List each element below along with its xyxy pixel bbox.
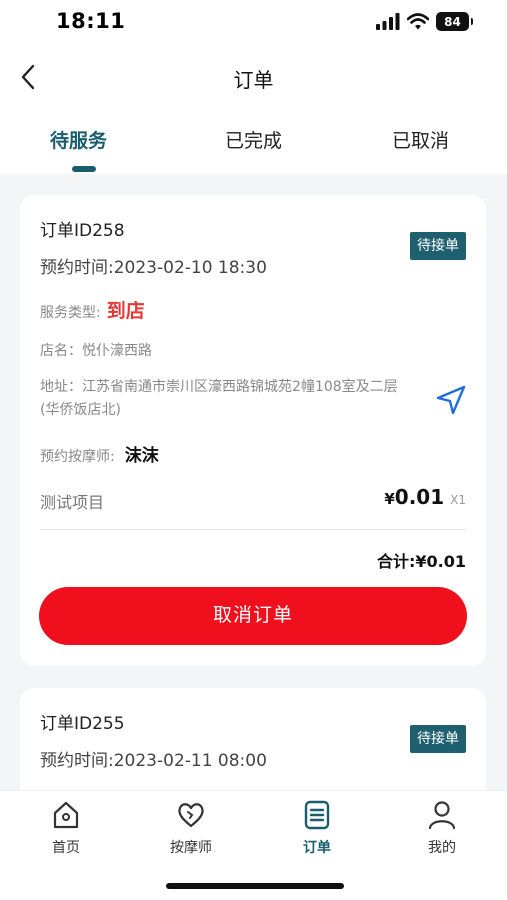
order-id: 订单ID255 <box>40 714 125 734</box>
item-quantity: X1 <box>450 493 466 507</box>
status-badge: 待接单 <box>410 232 466 260</box>
divider <box>40 529 466 530</box>
wifi-icon <box>407 13 429 30</box>
home-indicator[interactable] <box>166 883 344 889</box>
order-tabs: 待服务 已完成 已取消 <box>0 118 507 174</box>
bottom-tab-technician[interactable]: 按摩师 <box>146 799 236 857</box>
bottom-tab-label: 订单 <box>303 840 331 856</box>
nav-bar: 订单 <box>0 50 507 104</box>
bottom-tab-label: 按摩师 <box>170 840 212 856</box>
service-type-label: 服务类型: <box>40 305 101 321</box>
bottom-tab-label: 我的 <box>428 840 456 856</box>
order-card[interactable]: 订单ID258 预约时间:2023-02-10 18:30 待接单 服务类型: 到… <box>20 195 486 666</box>
bottom-tab-home[interactable]: 首页 <box>21 799 111 857</box>
tab-pending[interactable]: 待服务 <box>50 126 107 153</box>
tab-completed[interactable]: 已完成 <box>225 126 282 153</box>
service-type-value: 到店 <box>106 300 145 322</box>
status-icons: 84 <box>376 12 473 31</box>
tab-active-indicator <box>72 166 96 172</box>
bottom-tab-bar: 首页 按摩师 订单 我的 <box>0 790 507 900</box>
bottom-tab-orders[interactable]: 订单 <box>272 799 362 857</box>
navigation-arrow-icon <box>436 385 466 415</box>
item-price: ¥0.01 X1 <box>384 485 466 509</box>
navigate-button[interactable] <box>434 383 468 417</box>
order-list-icon <box>304 800 330 830</box>
appointment-time: 预约时间:2023-02-11 08:00 <box>40 751 267 771</box>
item-name: 测试项目 <box>40 493 105 512</box>
bottom-tab-label: 首页 <box>52 840 80 856</box>
technician-name: 沫沫 <box>124 446 159 466</box>
service-type-row: 服务类型: 到店 <box>40 296 145 323</box>
technician-row: 预约按摩师: 沫沫 <box>40 441 159 466</box>
heart-icon <box>178 803 204 828</box>
technician-label: 预约按摩师: <box>40 449 115 465</box>
home-icon <box>53 801 79 829</box>
shop-name: 店名：悦仆濠西路 <box>40 343 152 359</box>
page-title: 订单 <box>233 68 274 92</box>
battery-icon: 84 <box>436 12 473 31</box>
bottom-tab-profile[interactable]: 我的 <box>397 799 487 857</box>
tab-cancelled[interactable]: 已取消 <box>392 126 449 153</box>
cancel-order-button[interactable]: 取消订单 <box>39 587 467 645</box>
status-bar: 18:11 84 <box>0 0 507 44</box>
status-badge: 待接单 <box>410 725 466 753</box>
cellular-signal-icon <box>376 13 400 30</box>
order-total: 合计:¥0.01 <box>376 552 466 571</box>
status-time: 18:11 <box>56 9 126 33</box>
appointment-time: 预约时间:2023-02-10 18:30 <box>40 258 267 278</box>
address: 地址：江苏省南通市崇川区濠西路锦城苑2幢108室及二层(华侨饭店北) <box>40 379 398 418</box>
user-icon <box>428 801 456 830</box>
item-amount: 0.01 <box>394 485 445 509</box>
order-id: 订单ID258 <box>40 221 125 241</box>
item-currency: ¥ <box>384 490 395 508</box>
